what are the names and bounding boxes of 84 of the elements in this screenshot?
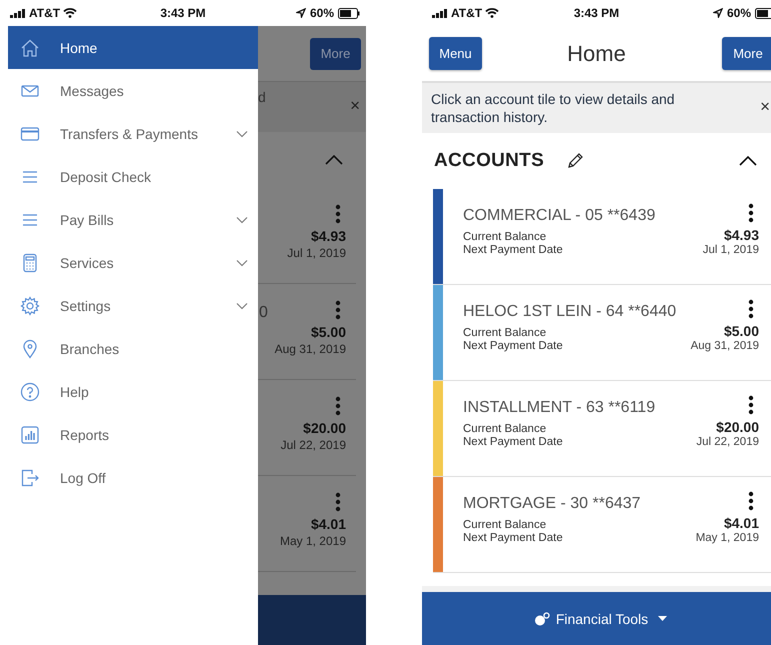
menu-button[interactable]: Menu <box>429 37 482 70</box>
close-button[interactable]: × <box>350 96 360 116</box>
account-name: INSTALLMENT - 63 **6119 <box>463 399 656 417</box>
more-button[interactable]: More <box>310 38 361 70</box>
pencil-icon[interactable] <box>566 152 584 170</box>
payment-date: Jul 1, 2019 <box>702 244 759 256</box>
page-title: Home <box>567 40 626 66</box>
help-icon <box>20 382 40 402</box>
payment-date: Aug 31, 2019 <box>690 340 759 352</box>
balance-amount: $4.01 <box>310 516 346 532</box>
date-label: Next Payment Date <box>463 244 563 256</box>
kebab-menu-icon[interactable] <box>748 203 754 223</box>
menu-item[interactable]: Services <box>8 241 258 284</box>
payment-date: Aug 31, 2019 <box>274 342 346 356</box>
collapse-caret-icon[interactable] <box>739 156 757 166</box>
carrier-name: AT&T <box>451 6 482 20</box>
payment-date: Jul 22, 2019 <box>280 438 346 452</box>
banner-text: Click an account tile to view details and transaction history. <box>431 90 676 126</box>
account-tile[interactable]: $4.01 May 1, 2019 <box>258 476 356 572</box>
wifi-icon <box>485 8 500 18</box>
account-name: MORTGAGE - 30 **6437 <box>463 495 641 513</box>
menu-item[interactable]: Log Off <box>8 456 258 499</box>
balance-amount: $5.00 <box>310 324 346 340</box>
balance-label: Current Balance <box>463 519 546 531</box>
menu-item[interactable]: Deposit Check <box>8 155 258 198</box>
balance-label: Current Balance <box>463 327 546 339</box>
chart-icon <box>20 424 40 444</box>
close-button[interactable]: × <box>760 97 770 117</box>
account-tile[interactable]: COMMERCIAL - 05 **6439 Current Balance $4.93 Next Payment Date Jul 1, 2019 <box>433 189 771 285</box>
account-tile[interactable]: $20.00 Jul 22, 2019 <box>258 380 356 476</box>
account-name: COMMERCIAL - 05 **6439 <box>463 207 656 225</box>
signal-icon <box>432 8 448 18</box>
balance-amount: $4.01 <box>724 515 759 531</box>
menu-item[interactable]: Home <box>8 26 258 69</box>
payment-date: May 1, 2019 <box>280 534 346 548</box>
gear-icon <box>20 296 40 316</box>
balance-amount: $20.00 <box>303 420 346 436</box>
account-tile[interactable]: INSTALLMENT - 63 **6119 Current Balance $20.00 Next Payment Date Jul 22, 2019 <box>433 381 771 477</box>
account-tile[interactable]: HELOC 1ST LEIN - 64 **6440 Current Balance $5.00 Next Payment Date Aug 31, 2019 <box>433 285 771 381</box>
location-arrow-icon <box>296 8 306 18</box>
battery-percent: 60% <box>726 6 751 20</box>
battery-icon <box>338 8 360 18</box>
kebab-menu-icon[interactable] <box>748 491 754 511</box>
section-title: ACCOUNTS <box>434 150 544 172</box>
menu-item[interactable]: Help <box>8 370 258 413</box>
menu-item[interactable]: Reports <box>8 413 258 456</box>
payment-date: Jul 22, 2019 <box>696 436 759 448</box>
status-time: 3:43 PM <box>160 6 206 20</box>
caret-down-icon <box>658 616 668 621</box>
date-label: Next Payment Date <box>463 532 563 544</box>
menu-item[interactable]: Messages <box>8 69 258 112</box>
balance-amount: $4.93 <box>310 228 346 244</box>
menu-item[interactable]: Transfers & Payments <box>8 112 258 155</box>
kebab-menu-icon[interactable] <box>748 395 754 415</box>
financial-tools-button[interactable]: Financial Tools <box>530 608 672 628</box>
balance-amount: $20.00 <box>716 419 759 435</box>
status-time: 3:43 PM <box>574 6 620 20</box>
balance-amount: $5.00 <box>724 323 759 339</box>
carrier-name: AT&T <box>29 6 60 20</box>
banner-text: d <box>258 89 266 105</box>
battery-percent: 60% <box>310 6 334 20</box>
payment-date: Jul 1, 2019 <box>287 246 346 260</box>
logout-icon <box>20 468 40 488</box>
menu-item[interactable]: Branches <box>8 327 258 370</box>
signal-icon <box>10 8 26 18</box>
kebab-menu-icon[interactable] <box>748 299 754 319</box>
balance-label: Current Balance <box>463 231 546 243</box>
balance-amount: $4.93 <box>724 227 759 243</box>
bubbles-icon <box>534 612 550 626</box>
balance-label: Current Balance <box>463 423 546 435</box>
account-name: 0 <box>259 304 268 322</box>
battery-icon <box>755 8 771 18</box>
wifi-icon <box>63 8 78 18</box>
menu-item[interactable]: Pay Bills <box>8 198 258 241</box>
more-button[interactable]: More <box>722 37 771 70</box>
payment-date: May 1, 2019 <box>696 532 759 544</box>
location-arrow-icon <box>712 8 723 18</box>
date-label: Next Payment Date <box>463 340 563 352</box>
account-tile[interactable]: $4.93 Jul 1, 2019 <box>258 188 356 284</box>
date-label: Next Payment Date <box>463 436 563 448</box>
menu-item[interactable]: Settings <box>8 284 258 327</box>
account-name: HELOC 1ST LEIN - 64 **6440 <box>463 303 676 321</box>
account-tile[interactable]: 0 $5.00 Aug 31, 2019 <box>258 284 356 380</box>
home-icon <box>20 38 40 58</box>
